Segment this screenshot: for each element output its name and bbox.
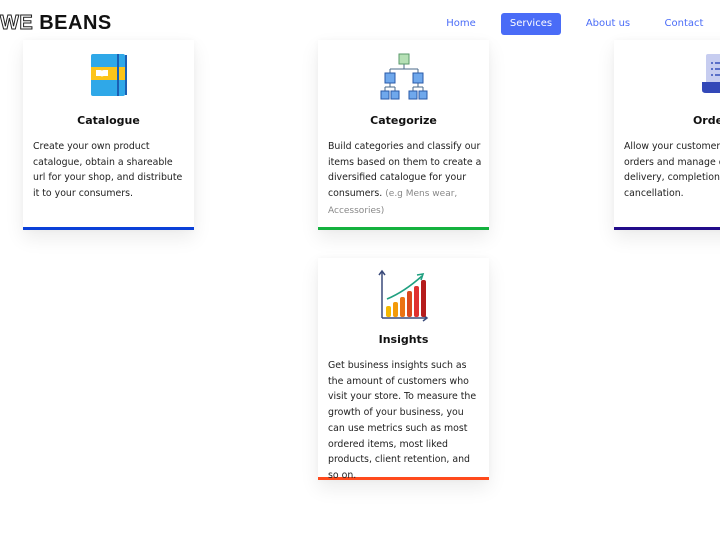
- notebook-icon: [90, 52, 128, 102]
- service-description-text: Allow your customers to place orders and…: [624, 141, 720, 200]
- hierarchy-icon: [380, 52, 428, 106]
- service-title: Insights: [378, 333, 429, 346]
- brand-logo-solid-text: BEANS: [39, 12, 112, 34]
- service-card-orders: Orders Allow your customers to place ord…: [614, 40, 720, 230]
- service-card-insights: Insights Get business insights such as t…: [318, 258, 489, 481]
- service-description: Get business insights such as the amount…: [328, 358, 483, 484]
- service-title: Catalogue: [77, 114, 140, 127]
- service-description-text: Get business insights such as the amount…: [328, 360, 477, 481]
- service-card-catalogue: Catalogue Create your own product catalo…: [23, 40, 194, 230]
- growth-chart-icon: [377, 268, 430, 326]
- brand-logo-outline-text: WE: [0, 12, 34, 35]
- service-description: Create your own product catalogue, obtai…: [33, 139, 188, 202]
- nav-services[interactable]: Services: [501, 13, 561, 35]
- service-title: Categorize: [370, 114, 437, 127]
- service-description-text: Create your own product catalogue, obtai…: [33, 141, 183, 200]
- service-card-categorize: Categorize Build categories and classify…: [318, 40, 489, 230]
- service-description: Build categories and classify our items …: [328, 139, 483, 220]
- brand-logo[interactable]: WE BEANS: [0, 12, 112, 36]
- nav-home[interactable]: Home: [436, 13, 486, 35]
- nav-contact[interactable]: Contact: [658, 13, 710, 35]
- document-list-icon: [702, 52, 720, 100]
- service-description: Allow your customers to place orders and…: [624, 139, 720, 202]
- nav-about-us[interactable]: About us: [580, 13, 636, 35]
- service-title: Orders: [692, 114, 720, 127]
